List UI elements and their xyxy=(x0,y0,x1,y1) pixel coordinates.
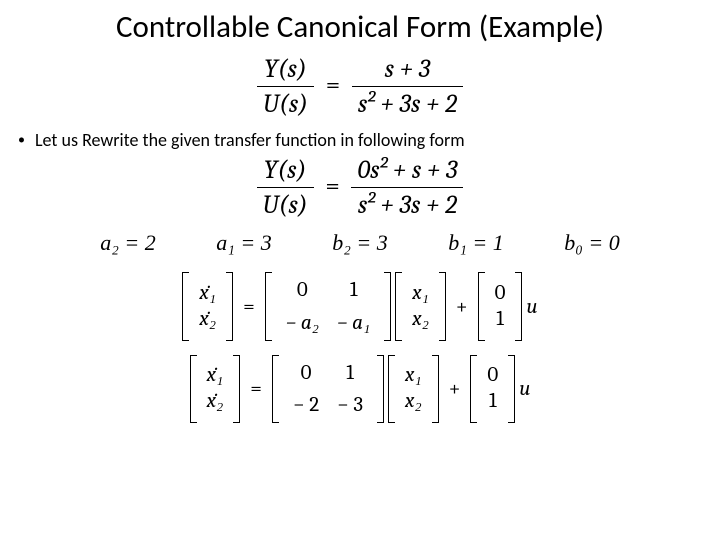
slide-controllable-canonical-form: Controllable Canonical Form (Example) Y(… xyxy=(0,0,720,540)
coeff-b0: b₀ = 0 xyxy=(564,230,620,256)
plus-1: + xyxy=(450,295,474,319)
An11: 0 xyxy=(293,361,319,385)
A12: 1 xyxy=(337,278,370,302)
A-matrix-symbolic: 0 1 − a₂ − a₁ xyxy=(276,272,381,341)
A22: − a₁ xyxy=(337,310,370,335)
Bn2: 1 xyxy=(487,389,498,414)
x-vector: x₁ x₂ xyxy=(406,277,435,337)
equals-sign: = xyxy=(320,70,346,100)
An22: − 3 xyxy=(337,393,363,417)
state-equation-symbolic: ẋ₁ ẋ₂ = 0 1 − a₂ − a₁ x₁ x₂ + 0 1 u xyxy=(0,272,720,341)
rhs-fraction: s + 3 s² + 3s + 2 xyxy=(352,54,463,119)
bullet-rewrite-tf: • Let us Rewrite the given transfer func… xyxy=(0,129,720,151)
coeff-b2: b₂ = 3 xyxy=(332,230,388,256)
x2-dot-2: ẋ₂ xyxy=(207,389,224,414)
lhs-fraction-2: Y(s) U(s) xyxy=(257,155,314,220)
x1-dot-2: ẋ₁ xyxy=(207,363,224,388)
equals-4: = xyxy=(244,377,268,401)
xdot-vector-2: ẋ₁ ẋ₂ xyxy=(201,359,230,419)
B-vector-2: 0 1 xyxy=(481,359,504,419)
An12: 1 xyxy=(337,361,363,385)
Bn1: 0 xyxy=(487,363,498,388)
x-vector-2: x₁ x₂ xyxy=(399,359,428,419)
x2-dot: ẋ₂ xyxy=(199,307,216,332)
input-u: u xyxy=(526,295,537,319)
B-vector: 0 1 xyxy=(489,277,512,337)
tf2-rhs-den: s² + 3s + 2 xyxy=(358,190,457,220)
coeff-a2: a₂ = 2 xyxy=(100,230,156,256)
rhs-fraction-2: 0s² + s + 3 s² + 3s + 2 xyxy=(351,155,463,220)
A11: 0 xyxy=(286,278,319,302)
tf1-lhs-den: U(s) xyxy=(263,89,308,119)
B2: 1 xyxy=(495,307,506,332)
transfer-function-rewritten: Y(s) U(s) = 0s² + s + 3 s² + 3s + 2 xyxy=(0,155,720,220)
coeff-b1: b₁ = 1 xyxy=(448,230,504,256)
x2: x₂ xyxy=(412,307,429,332)
coefficient-values: a₂ = 2 a₁ = 3 b₂ = 3 b₁ = 1 b₀ = 0 xyxy=(0,220,720,266)
tf2-rhs-num: 0s² + s + 3 xyxy=(357,155,457,185)
equals-sign-2: = xyxy=(319,171,345,201)
transfer-function-original: Y(s) U(s) = s + 3 s² + 3s + 2 xyxy=(0,54,720,119)
An21: − 2 xyxy=(293,393,319,417)
tf1-lhs-num: Y(s) xyxy=(264,54,306,84)
x1-dot: ẋ₁ xyxy=(199,281,216,306)
B1: 0 xyxy=(495,281,506,306)
tf1-rhs-den: s² + 3s + 2 xyxy=(358,89,457,119)
x2-2: x₂ xyxy=(405,389,422,414)
tf2-lhs-den: U(s) xyxy=(263,190,308,220)
coeff-a1: a₁ = 3 xyxy=(216,230,272,256)
A-matrix-numeric: 0 1 − 2 − 3 xyxy=(283,355,373,423)
state-equation-numeric: ẋ₁ ẋ₂ = 0 1 − 2 − 3 x₁ x₂ + 0 1 u xyxy=(0,355,720,423)
x1-2: x₁ xyxy=(405,363,422,388)
x1: x₁ xyxy=(412,281,429,306)
plus-2: + xyxy=(443,377,467,401)
tf1-rhs-num: s + 3 xyxy=(385,54,431,84)
xdot-vector: ẋ₁ ẋ₂ xyxy=(193,277,222,337)
A21: − a₂ xyxy=(286,310,319,335)
bullet-text: Let us Rewrite the given transfer functi… xyxy=(35,129,465,151)
slide-title: Controllable Canonical Form (Example) xyxy=(0,0,720,52)
equals-3: = xyxy=(237,295,261,319)
tf2-lhs-num: Y(s) xyxy=(264,155,306,185)
input-u-2: u xyxy=(519,377,530,401)
bullet-icon: • xyxy=(18,129,25,151)
lhs-fraction: Y(s) U(s) xyxy=(257,54,314,119)
